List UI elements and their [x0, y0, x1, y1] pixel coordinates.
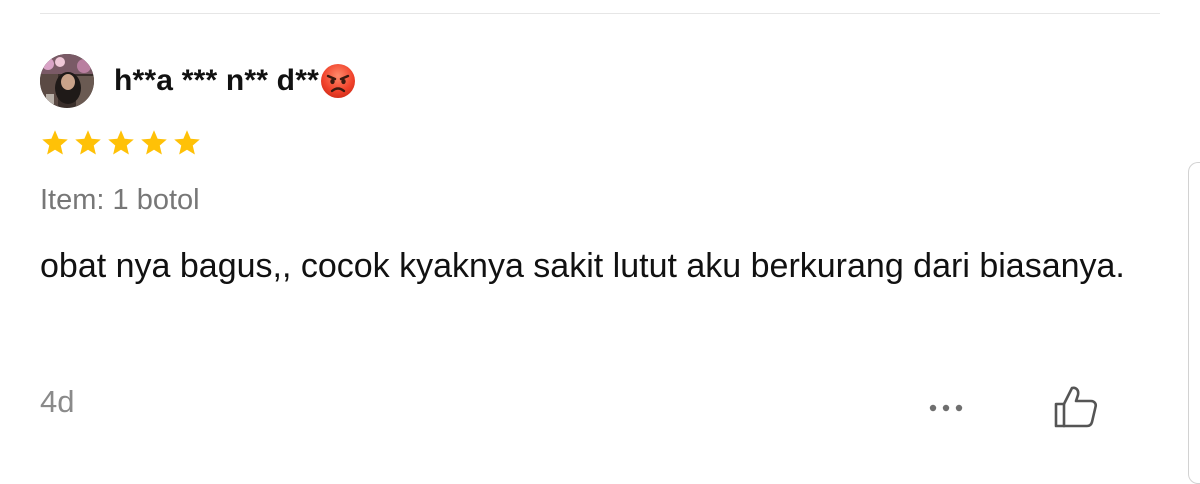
more-options-button[interactable] — [923, 388, 973, 428]
reviewer-header: h**a *** n** d** — [40, 52, 1160, 110]
review-comment: obat nya bagus,, cocok kyaknya sakit lut… — [40, 247, 1125, 285]
review-footer: 4d — [40, 382, 1160, 432]
like-button[interactable] — [1048, 382, 1104, 432]
angry-face-icon — [320, 64, 355, 98]
reviewer-username: h**a *** n** d** — [114, 64, 319, 97]
review-card: h**a *** n** d** Item: 1 botol obat nya … — [40, 52, 1160, 290]
scroll-edge[interactable] — [1188, 162, 1200, 484]
more-horizontal-icon — [929, 404, 963, 412]
top-divider — [40, 13, 1160, 14]
star-icon — [174, 130, 200, 155]
star-icon — [108, 130, 134, 155]
avatar[interactable] — [40, 54, 94, 108]
star-icon — [141, 130, 167, 155]
thumbs-up-icon — [1054, 386, 1098, 428]
star-rating — [40, 128, 1160, 158]
review-time: 4d — [40, 384, 75, 419]
star-icon — [75, 130, 101, 155]
star-icon — [42, 130, 68, 155]
variant-label: Item: 1 botol — [40, 184, 200, 216]
